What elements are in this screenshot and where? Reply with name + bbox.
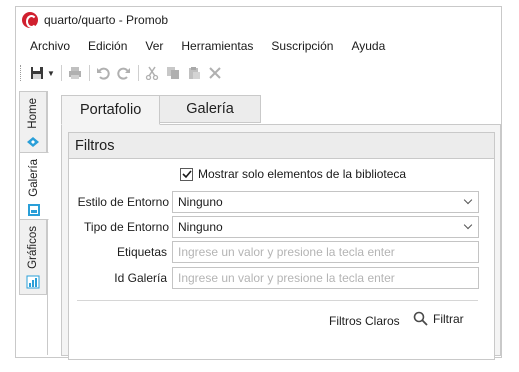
save-dropdown-icon[interactable]: ▼ — [47, 69, 55, 78]
tab-portafolio[interactable]: Portafolio — [61, 95, 161, 125]
side-tab-strip: Home Galería Gráficos — [19, 91, 49, 355]
environment-type-select[interactable]: Ninguno — [172, 216, 479, 238]
environment-type-label: Tipo de Entorno — [84, 220, 169, 234]
only-library-checkbox[interactable] — [180, 167, 193, 181]
environment-style-label: Estilo de Entorno — [77, 195, 169, 209]
apply-filter-label: Filtrar — [433, 311, 464, 326]
tags-row: Etiquetas — [69, 240, 496, 264]
undo-icon[interactable] — [94, 64, 112, 82]
clear-filters-button[interactable]: Filtros Claros — [329, 314, 400, 328]
redo-icon[interactable] — [115, 64, 133, 82]
menu-archivo[interactable]: Archivo — [30, 39, 70, 53]
gallery-id-input-box[interactable] — [172, 267, 479, 289]
search-icon — [413, 311, 428, 326]
title-bar: quarto/quarto - Promob — [16, 7, 501, 33]
environment-type-row: Tipo de Entorno Ninguno — [69, 215, 496, 239]
toolbar-separator — [60, 65, 62, 81]
side-tab-galeria[interactable]: Galería — [19, 152, 49, 220]
chart-icon — [26, 275, 40, 289]
tags-label: Etiquetas — [116, 245, 167, 259]
copy-icon[interactable] — [164, 64, 182, 82]
gallery-id-input[interactable] — [178, 271, 468, 285]
menu-ayuda[interactable]: Ayuda — [351, 39, 385, 53]
chevron-down-icon — [463, 195, 473, 205]
tags-input[interactable] — [178, 245, 468, 259]
menu-edicion[interactable]: Edición — [88, 39, 127, 53]
filters-group: Filtros Mostrar solo elementos de la bib… — [68, 132, 495, 360]
gallery-id-row: Id Galería — [69, 266, 496, 290]
environment-type-value: Ninguno — [178, 220, 223, 234]
app-window: quarto/quarto - Promob Archivo Edición V… — [15, 6, 502, 360]
gallery-icon — [28, 203, 40, 216]
chevron-down-icon — [463, 220, 473, 230]
save-icon[interactable] — [28, 64, 46, 82]
paste-icon[interactable] — [185, 64, 203, 82]
promob-logo-icon — [22, 12, 38, 28]
side-tab-home[interactable]: Home — [19, 91, 47, 153]
only-library-label: Mostrar solo elementos de la biblioteca — [198, 167, 407, 181]
menu-bar: Archivo Edición Ver Herramientas Suscrip… — [16, 35, 501, 57]
environment-style-select[interactable]: Ninguno — [172, 191, 479, 213]
main-content: Portafolio Galería Filtros Mostrar solo … — [61, 91, 501, 360]
home-icon — [27, 136, 39, 147]
toolbar-separator — [88, 65, 90, 81]
print-icon[interactable] — [66, 64, 84, 82]
filters-actions: Filtros Claros Filtrar — [69, 309, 496, 335]
side-tab-graficos[interactable]: Gráficos — [19, 219, 47, 295]
check-icon — [181, 170, 192, 179]
toolbar: ▼ — [16, 61, 501, 85]
tags-input-box[interactable] — [172, 241, 479, 263]
tab-panel: Filtros Mostrar solo elementos de la bib… — [61, 124, 501, 360]
menu-herramientas[interactable]: Herramientas — [181, 39, 253, 53]
menu-suscripcion[interactable]: Suscripción — [271, 39, 333, 53]
filters-header: Filtros — [69, 133, 494, 159]
delete-icon[interactable] — [206, 64, 224, 82]
environment-style-row: Estilo de Entorno Ninguno — [69, 190, 496, 214]
window-title: quarto/quarto - Promob — [44, 13, 169, 27]
filters-divider — [77, 300, 478, 301]
apply-filter-button[interactable]: Filtrar — [413, 311, 464, 326]
menu-ver[interactable]: Ver — [145, 39, 163, 53]
tab-bar: Portafolio Galería — [61, 95, 261, 125]
toolbar-separator — [137, 65, 139, 81]
side-tab-galeria-label: Galería — [28, 159, 40, 197]
only-library-checkbox-row[interactable]: Mostrar solo elementos de la biblioteca — [180, 167, 406, 181]
environment-style-value: Ninguno — [178, 195, 223, 209]
side-tab-home-label: Home — [27, 98, 39, 129]
cut-icon[interactable] — [143, 64, 161, 82]
gallery-id-label: Id Galería — [114, 271, 167, 285]
side-tab-graficos-label: Gráficos — [27, 226, 39, 269]
tab-galeria[interactable]: Galería — [159, 95, 261, 123]
toolbar-grip[interactable] — [20, 65, 23, 81]
